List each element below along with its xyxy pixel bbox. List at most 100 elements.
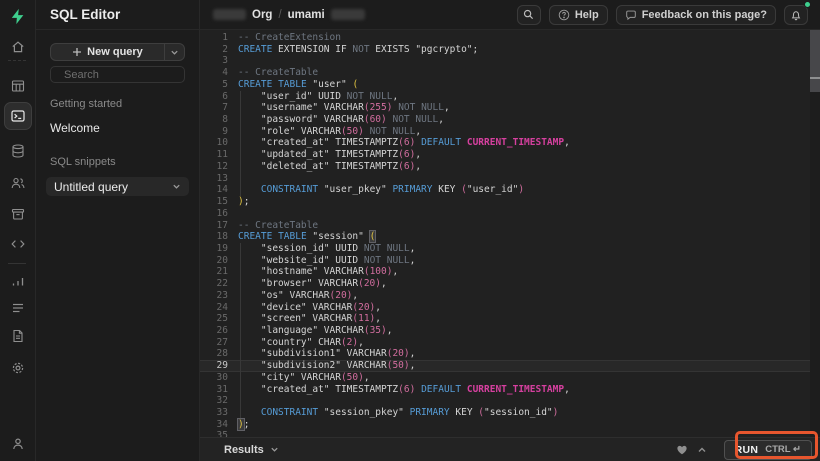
- logs-icon[interactable]: [4, 294, 32, 322]
- code-area[interactable]: 1-- CreateExtension2CREATE EXTENSION IF …: [200, 30, 820, 437]
- code-line[interactable]: 13: [200, 173, 820, 185]
- getting-started-section-label: Getting started: [50, 98, 185, 110]
- results-toggle[interactable]: Results: [224, 444, 279, 456]
- indent-guide: [240, 255, 241, 267]
- bell-icon: [790, 9, 802, 21]
- line-number: 27: [200, 337, 228, 349]
- indent-guide: [240, 384, 241, 396]
- top-header: Org / umami Help Feedback on this page?: [200, 0, 820, 30]
- sidebar-item-untitled-query[interactable]: Untitled query: [46, 177, 189, 196]
- code-line-content: "created_at" TIMESTAMPTZ(6) DEFAULT CURR…: [228, 384, 820, 396]
- run-shortcut-hint: CTRL ↵: [765, 444, 801, 455]
- line-number: 33: [200, 407, 228, 419]
- notification-badge: [804, 1, 811, 8]
- org-label[interactable]: Org: [252, 9, 272, 21]
- sql-editor-icon[interactable]: [4, 102, 32, 130]
- heart-icon: [676, 444, 688, 456]
- indent-guide: [240, 395, 241, 407]
- run-button[interactable]: RUN CTRL ↵: [724, 440, 812, 460]
- table-editor-icon[interactable]: [4, 72, 32, 100]
- storage-icon[interactable]: [4, 200, 32, 228]
- line-number: 26: [200, 325, 228, 337]
- code-line[interactable]: 12 "deleted_at" TIMESTAMPTZ(6),: [200, 161, 820, 173]
- code-line[interactable]: 20 "website_id" UUID NOT NULL,: [200, 255, 820, 267]
- auth-icon[interactable]: [4, 169, 32, 197]
- code-line[interactable]: 18CREATE TABLE "session" (: [200, 231, 820, 243]
- code-line[interactable]: 22 "browser" VARCHAR(20),: [200, 278, 820, 290]
- code-line[interactable]: 4-- CreateTable: [200, 67, 820, 79]
- editor-scrollbar[interactable]: [810, 30, 820, 437]
- code-line[interactable]: 34);: [200, 419, 820, 431]
- line-number: 25: [200, 313, 228, 325]
- breadcrumb-separator: /: [278, 9, 281, 21]
- notifications-button[interactable]: [784, 5, 808, 25]
- line-number: 17: [200, 220, 228, 232]
- code-line[interactable]: 1-- CreateExtension: [200, 32, 820, 44]
- reports-icon[interactable]: [4, 267, 32, 295]
- header-search-button[interactable]: [517, 5, 541, 25]
- code-line[interactable]: 17-- CreateTable: [200, 220, 820, 232]
- code-line[interactable]: 8 "password" VARCHAR(60) NOT NULL,: [200, 114, 820, 126]
- feedback-button[interactable]: Feedback on this page?: [616, 5, 776, 25]
- new-query-dropdown-button[interactable]: [164, 44, 184, 60]
- code-line[interactable]: 25 "screen" VARCHAR(11),: [200, 313, 820, 325]
- code-line[interactable]: 21 "hostname" VARCHAR(100),: [200, 266, 820, 278]
- code-line-content: "username" VARCHAR(255) NOT NULL,: [228, 102, 820, 114]
- code-line[interactable]: 31 "created_at" TIMESTAMPTZ(6) DEFAULT C…: [200, 384, 820, 396]
- code-line[interactable]: 16: [200, 208, 820, 220]
- new-query-button[interactable]: New query: [51, 44, 164, 60]
- code-line[interactable]: 5CREATE TABLE "user" (: [200, 79, 820, 91]
- settings-icon[interactable]: [4, 354, 32, 382]
- indent-guide: [240, 126, 241, 138]
- editor-bottom-bar: Results RUN CTRL ↵: [200, 437, 820, 461]
- line-number: 18: [200, 231, 228, 243]
- scrollbar-thumb[interactable]: [810, 30, 820, 92]
- line-number: 21: [200, 266, 228, 278]
- code-line-content: "website_id" UUID NOT NULL,: [228, 255, 820, 267]
- code-line-content: );: [228, 196, 820, 208]
- chevron-up-icon: [697, 445, 707, 455]
- code-line[interactable]: 24 "device" VARCHAR(20),: [200, 302, 820, 314]
- code-line-content: "subdivision2" VARCHAR(50),: [228, 360, 820, 372]
- project-name[interactable]: umami: [288, 9, 325, 21]
- code-line[interactable]: 23 "os" VARCHAR(20),: [200, 290, 820, 302]
- untitled-query-label: Untitled query: [54, 180, 128, 194]
- sidebar-item-welcome[interactable]: Welcome: [50, 121, 185, 135]
- favorite-button[interactable]: [676, 444, 688, 456]
- code-line[interactable]: 14 CONSTRAINT "user_pkey" PRIMARY KEY ("…: [200, 184, 820, 196]
- line-number: 24: [200, 302, 228, 314]
- sql-code-editor[interactable]: 1-- CreateExtension2CREATE EXTENSION IF …: [200, 30, 820, 437]
- code-line[interactable]: 26 "language" VARCHAR(35),: [200, 325, 820, 337]
- code-line[interactable]: 33 CONSTRAINT "session_pkey" PRIMARY KEY…: [200, 407, 820, 419]
- code-line[interactable]: 9 "role" VARCHAR(50) NOT NULL,: [200, 126, 820, 138]
- code-line[interactable]: 3: [200, 55, 820, 67]
- new-query-label: New query: [87, 46, 143, 58]
- account-icon[interactable]: [4, 430, 32, 458]
- code-line[interactable]: 11 "updated_at" TIMESTAMPTZ(6),: [200, 149, 820, 161]
- code-line[interactable]: 6 "user_id" UUID NOT NULL,: [200, 91, 820, 103]
- code-line-content: "user_id" UUID NOT NULL,: [228, 91, 820, 103]
- scrollbar-current-line-marker: [810, 77, 820, 79]
- help-button[interactable]: Help: [549, 5, 608, 25]
- database-icon[interactable]: [4, 137, 32, 165]
- line-number: 9: [200, 126, 228, 138]
- code-line[interactable]: 27 "country" CHAR(2),: [200, 337, 820, 349]
- code-line[interactable]: 15);: [200, 196, 820, 208]
- code-line[interactable]: 10 "created_at" TIMESTAMPTZ(6) DEFAULT C…: [200, 137, 820, 149]
- code-line[interactable]: 28 "subdivision1" VARCHAR(20),: [200, 348, 820, 360]
- code-line[interactable]: 32: [200, 395, 820, 407]
- search-input[interactable]: [64, 69, 206, 81]
- code-line-content: "subdivision1" VARCHAR(20),: [228, 348, 820, 360]
- code-line[interactable]: 30 "city" VARCHAR(50),: [200, 372, 820, 384]
- code-line[interactable]: 29 "subdivision2" VARCHAR(50),: [200, 360, 820, 372]
- code-line[interactable]: 2CREATE EXTENSION IF NOT EXISTS "pgcrypt…: [200, 44, 820, 56]
- supabase-logo[interactable]: [4, 2, 32, 30]
- collapse-panel-button[interactable]: [697, 445, 707, 455]
- sidebar-search: [50, 66, 185, 83]
- code-line[interactable]: 19 "session_id" UUID NOT NULL,: [200, 243, 820, 255]
- home-icon[interactable]: [4, 33, 32, 61]
- code-line[interactable]: 7 "username" VARCHAR(255) NOT NULL,: [200, 102, 820, 114]
- api-docs-icon[interactable]: [4, 322, 32, 350]
- line-number: 7: [200, 102, 228, 114]
- edge-functions-icon[interactable]: [4, 230, 32, 258]
